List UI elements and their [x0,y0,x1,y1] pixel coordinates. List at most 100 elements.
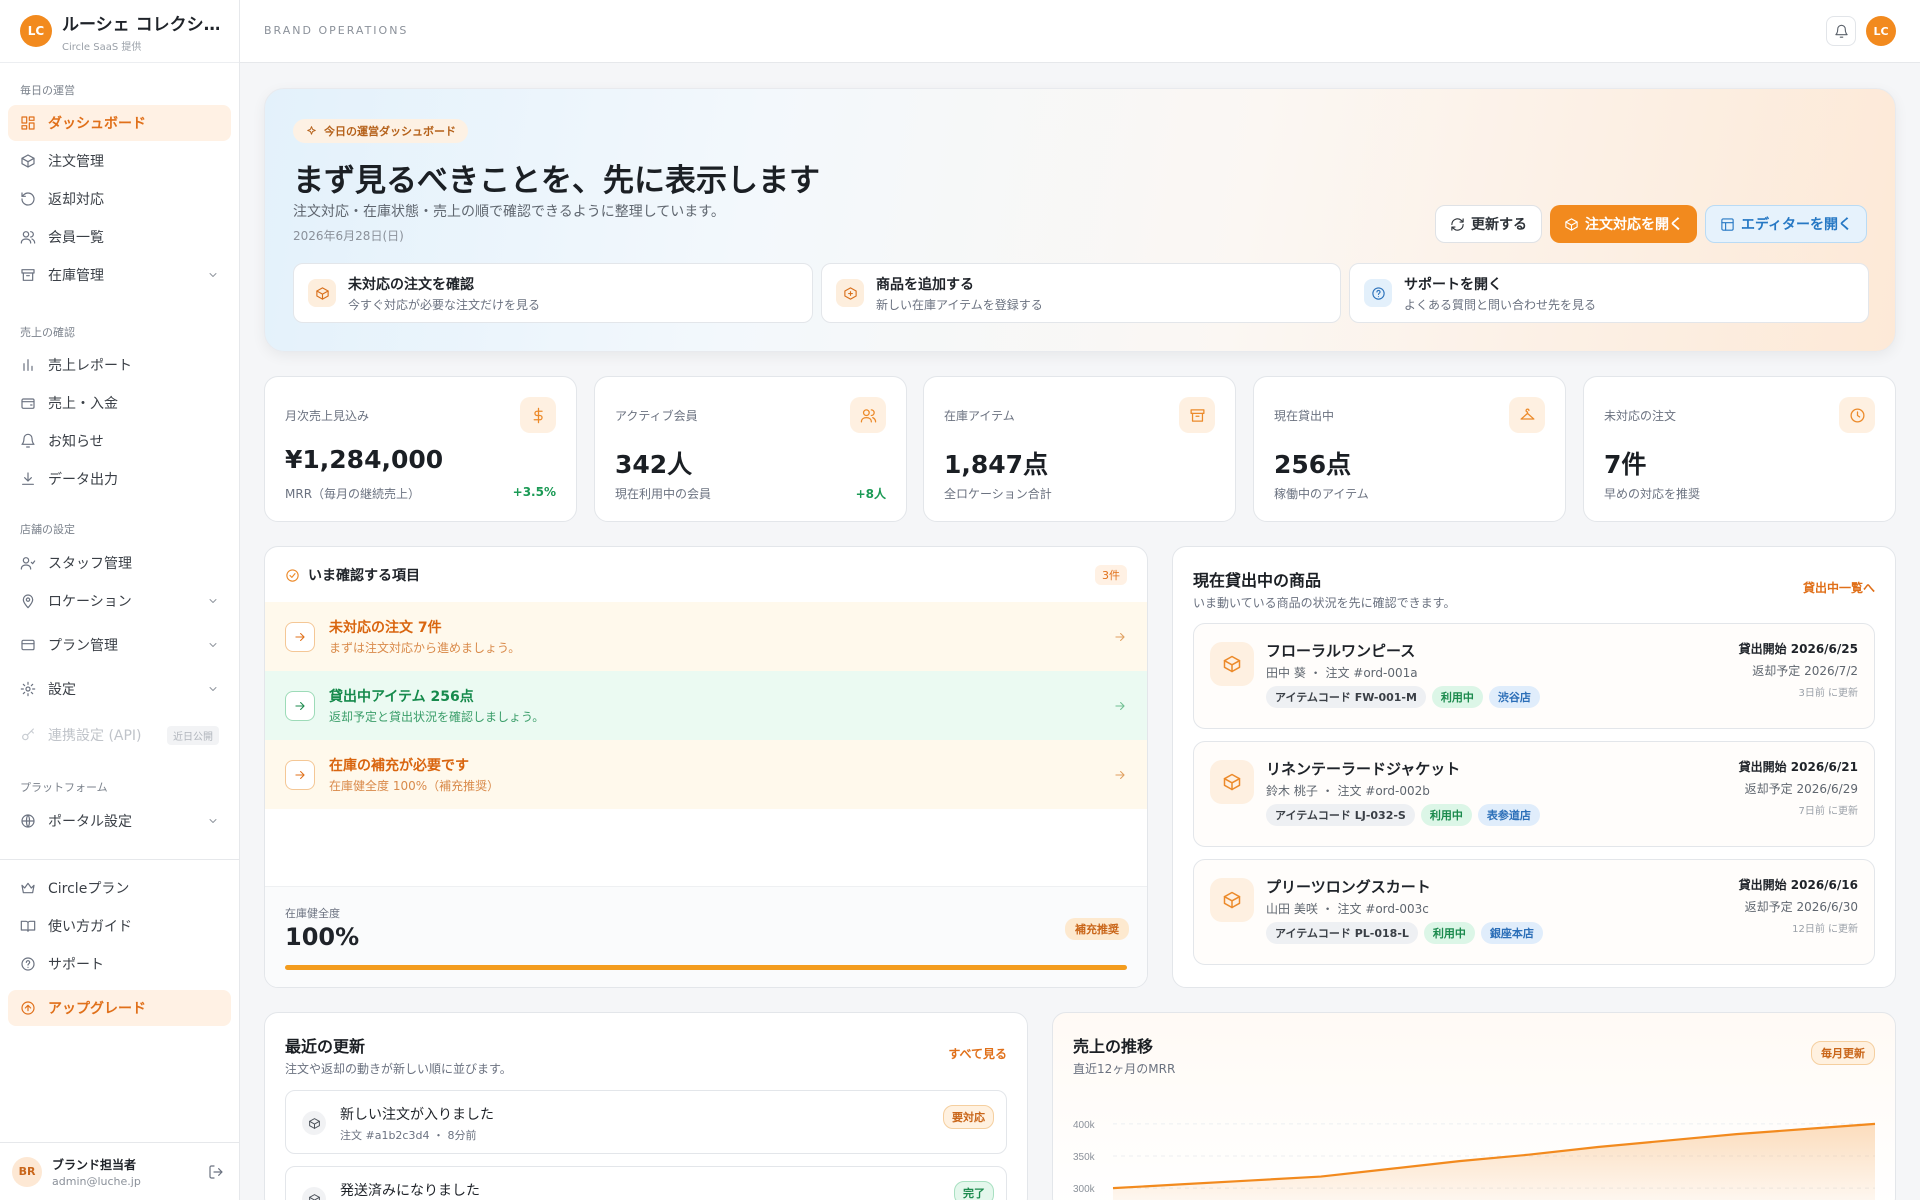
chevron-down-icon [207,815,219,827]
sidebar-item-label: ロケーション [48,594,132,610]
sidebar-item-payments[interactable]: 売上・入金 [8,385,231,421]
archive-icon [1179,397,1215,433]
arrow-right-icon [1113,630,1127,644]
sidebar-item-label: 連携設定 (API) [48,728,142,744]
loans-list-link[interactable]: 貸出中一覧へ [1803,579,1875,596]
avatar[interactable]: LC [1866,16,1896,46]
loan-card[interactable]: フローラルワンピース 田中 葵 ・ 注文 #ord-001a アイテムコード F… [1193,623,1875,729]
loan-card[interactable]: プリーツロングスカート 山田 美咲 ・ 注文 #ord-003c アイテムコード… [1193,859,1875,965]
download-icon [20,471,36,487]
topbar: BRAND OPERATIONS LC [240,0,1920,63]
archive-icon [20,267,36,283]
hero-pill: 今日の運営ダッシュボード [293,119,468,143]
chevron-down-icon [207,269,219,281]
sidebar-item-export[interactable]: データ出力 [8,461,231,497]
sidebar-item-upgrade[interactable]: アップグレード [8,990,231,1026]
dollar-icon [520,397,556,433]
quick-action-pending-orders[interactable]: 未対応の注文を確認 今すぐ対応が必要な注文だけを見る [293,263,813,323]
loans-panel: 現在貸出中の商品 いま動いている商品の状況を先に確認できます。 貸出中一覧へ フ… [1172,546,1896,988]
sidebar-item-returns[interactable]: 返却対応 [8,181,231,217]
sidebar-item-orders[interactable]: 注文管理 [8,143,231,179]
sidebar-item-dashboard[interactable]: ダッシュボード [8,105,231,141]
map-pin-icon [20,593,36,609]
nav-section-store: 店舗の設定 [20,523,75,536]
stat-subtitle: MRR（毎月の継続売上） [285,487,421,501]
check-row-subtitle: 在庫健全度 100%（補充推奨） [329,779,500,793]
status-badge: 完了 [954,1181,994,1200]
stat-label: 月次売上見込み [285,409,370,423]
list-item[interactable]: 新しい注文が入りました 注文 #a1b2c3d4 ・ 8分前 要対応 [285,1090,1007,1154]
open-orders-button[interactable]: 注文対応を開く [1549,205,1697,243]
sidebar-item-plans[interactable]: プラン管理 [8,627,231,663]
sidebar-item-support[interactable]: サポート [8,946,231,982]
see-all-link[interactable]: すべて見る [948,1045,1007,1062]
sidebar-item-api: 連携設定 (API) 近日公開 [8,717,231,753]
open-editor-button[interactable]: エディターを開く [1704,205,1867,243]
loan-name: リネンテーラードジャケット [1266,760,1461,778]
refresh-button[interactable]: 更新する [1434,205,1542,243]
hero-panel: 今日の運営ダッシュボード まず見るべきことを、先に表示します 注文対応・在庫状態… [264,88,1896,352]
sidebar-item-portal[interactable]: ポータル設定 [8,803,231,839]
box-icon [1564,217,1579,232]
layout-icon [1720,217,1735,232]
sidebar-item-staff[interactable]: スタッフ管理 [8,545,231,581]
check-row-title: 在庫の補充が必要です [329,758,469,774]
quick-action-subtitle: 今すぐ対応が必要な注文だけを見る [348,297,541,312]
quick-action-title: サポートを開く [1404,276,1502,293]
sidebar-item-label: ダッシュボード [48,116,146,132]
globe-icon [20,813,36,829]
sidebar-item-locations[interactable]: ロケーション [8,583,231,619]
sidebar-item-members[interactable]: 会員一覧 [8,219,231,255]
sidebar-item-settings[interactable]: 設定 [8,671,231,707]
bell-icon [20,433,36,449]
stat-value: ¥1,284,000 [285,445,444,474]
health-bar-fill [285,965,1127,970]
check-row-pending-orders[interactable]: 未対応の注文 7件 まずは注文対応から進めましょう。 [265,602,1147,671]
sidebar-item-notices[interactable]: お知らせ [8,423,231,459]
key-icon [20,727,36,743]
sidebar-item-inventory[interactable]: 在庫管理 [8,257,231,293]
sidebar-item-guide[interactable]: 使い方ガイド [8,908,231,944]
quick-action-support[interactable]: サポートを開く よくある質問と問い合わせ先を見る [1349,263,1869,323]
stat-card-inventory: 在庫アイテム 1,847点 全ロケーション合計 [923,376,1236,522]
loan-due: 返却予定 2026/7/2 [1752,664,1858,678]
return-icon [20,191,36,207]
sidebar-item-label: サポート [48,957,104,973]
chevron-down-icon [207,595,219,607]
status-badge: 要対応 [943,1105,994,1129]
hero-date: 2026年6月28日(日) [293,229,404,243]
chevron-down-icon [207,683,219,695]
logout-icon[interactable] [208,1164,224,1180]
notifications-button[interactable] [1826,16,1856,46]
sidebar-item-sales-report[interactable]: 売上レポート [8,347,231,383]
sales-subtitle: 直近12ヶ月のMRR [1073,1062,1176,1076]
quick-action-add-item[interactable]: 商品を追加する 新しい在庫アイテムを登録する [821,263,1341,323]
brand-header[interactable]: LC ルーシェ コレクション Circle SaaS 提供 [0,0,239,63]
refresh-icon [1450,217,1465,232]
check-row-rented-items[interactable]: 貸出中アイテム 256点 返却予定と貸出状況を確認しましょう。 [265,671,1147,740]
sidebar-item-circle-plan[interactable]: Circleプラン [8,870,231,906]
user-email: admin@luche.jp [52,1174,141,1188]
stat-subtitle: 稼働中のアイテム [1274,487,1369,501]
user-profile[interactable]: BR ブランド担当者 admin@luche.jp [0,1142,240,1200]
users-icon [850,397,886,433]
list-item[interactable]: 発送済みになりました 完了 [285,1166,1007,1200]
stat-value: 342人 [615,450,693,479]
arrow-right-icon [1113,768,1127,782]
loan-card[interactable]: リネンテーラードジャケット 鈴木 桃子 ・ 注文 #ord-002b アイテムコ… [1193,741,1875,847]
gear-icon [20,681,36,697]
page-title: まず見るべきことを、先に表示します [293,163,820,199]
sales-title: 売上の推移 [1073,1037,1154,1056]
stat-delta: +3.5% [512,485,556,499]
clock-icon [1839,397,1875,433]
loan-updated: 3日前 に更新 [1798,688,1858,699]
check-row-restock[interactable]: 在庫の補充が必要です 在庫健全度 100%（補充推奨） [265,740,1147,809]
sidebar-item-label: アップグレード [48,1001,146,1017]
loan-meta: 田中 葵 ・ 注文 #ord-001a [1266,666,1418,680]
sidebar-item-label: 在庫管理 [48,268,104,284]
sidebar-item-label: 設定 [48,682,76,698]
upgrade-icon [20,1000,36,1016]
nav-section-daily: 毎日の運営 [20,84,75,97]
quick-action-subtitle: 新しい在庫アイテムを登録する [876,297,1043,312]
nav-section-sales: 売上の確認 [20,326,75,339]
